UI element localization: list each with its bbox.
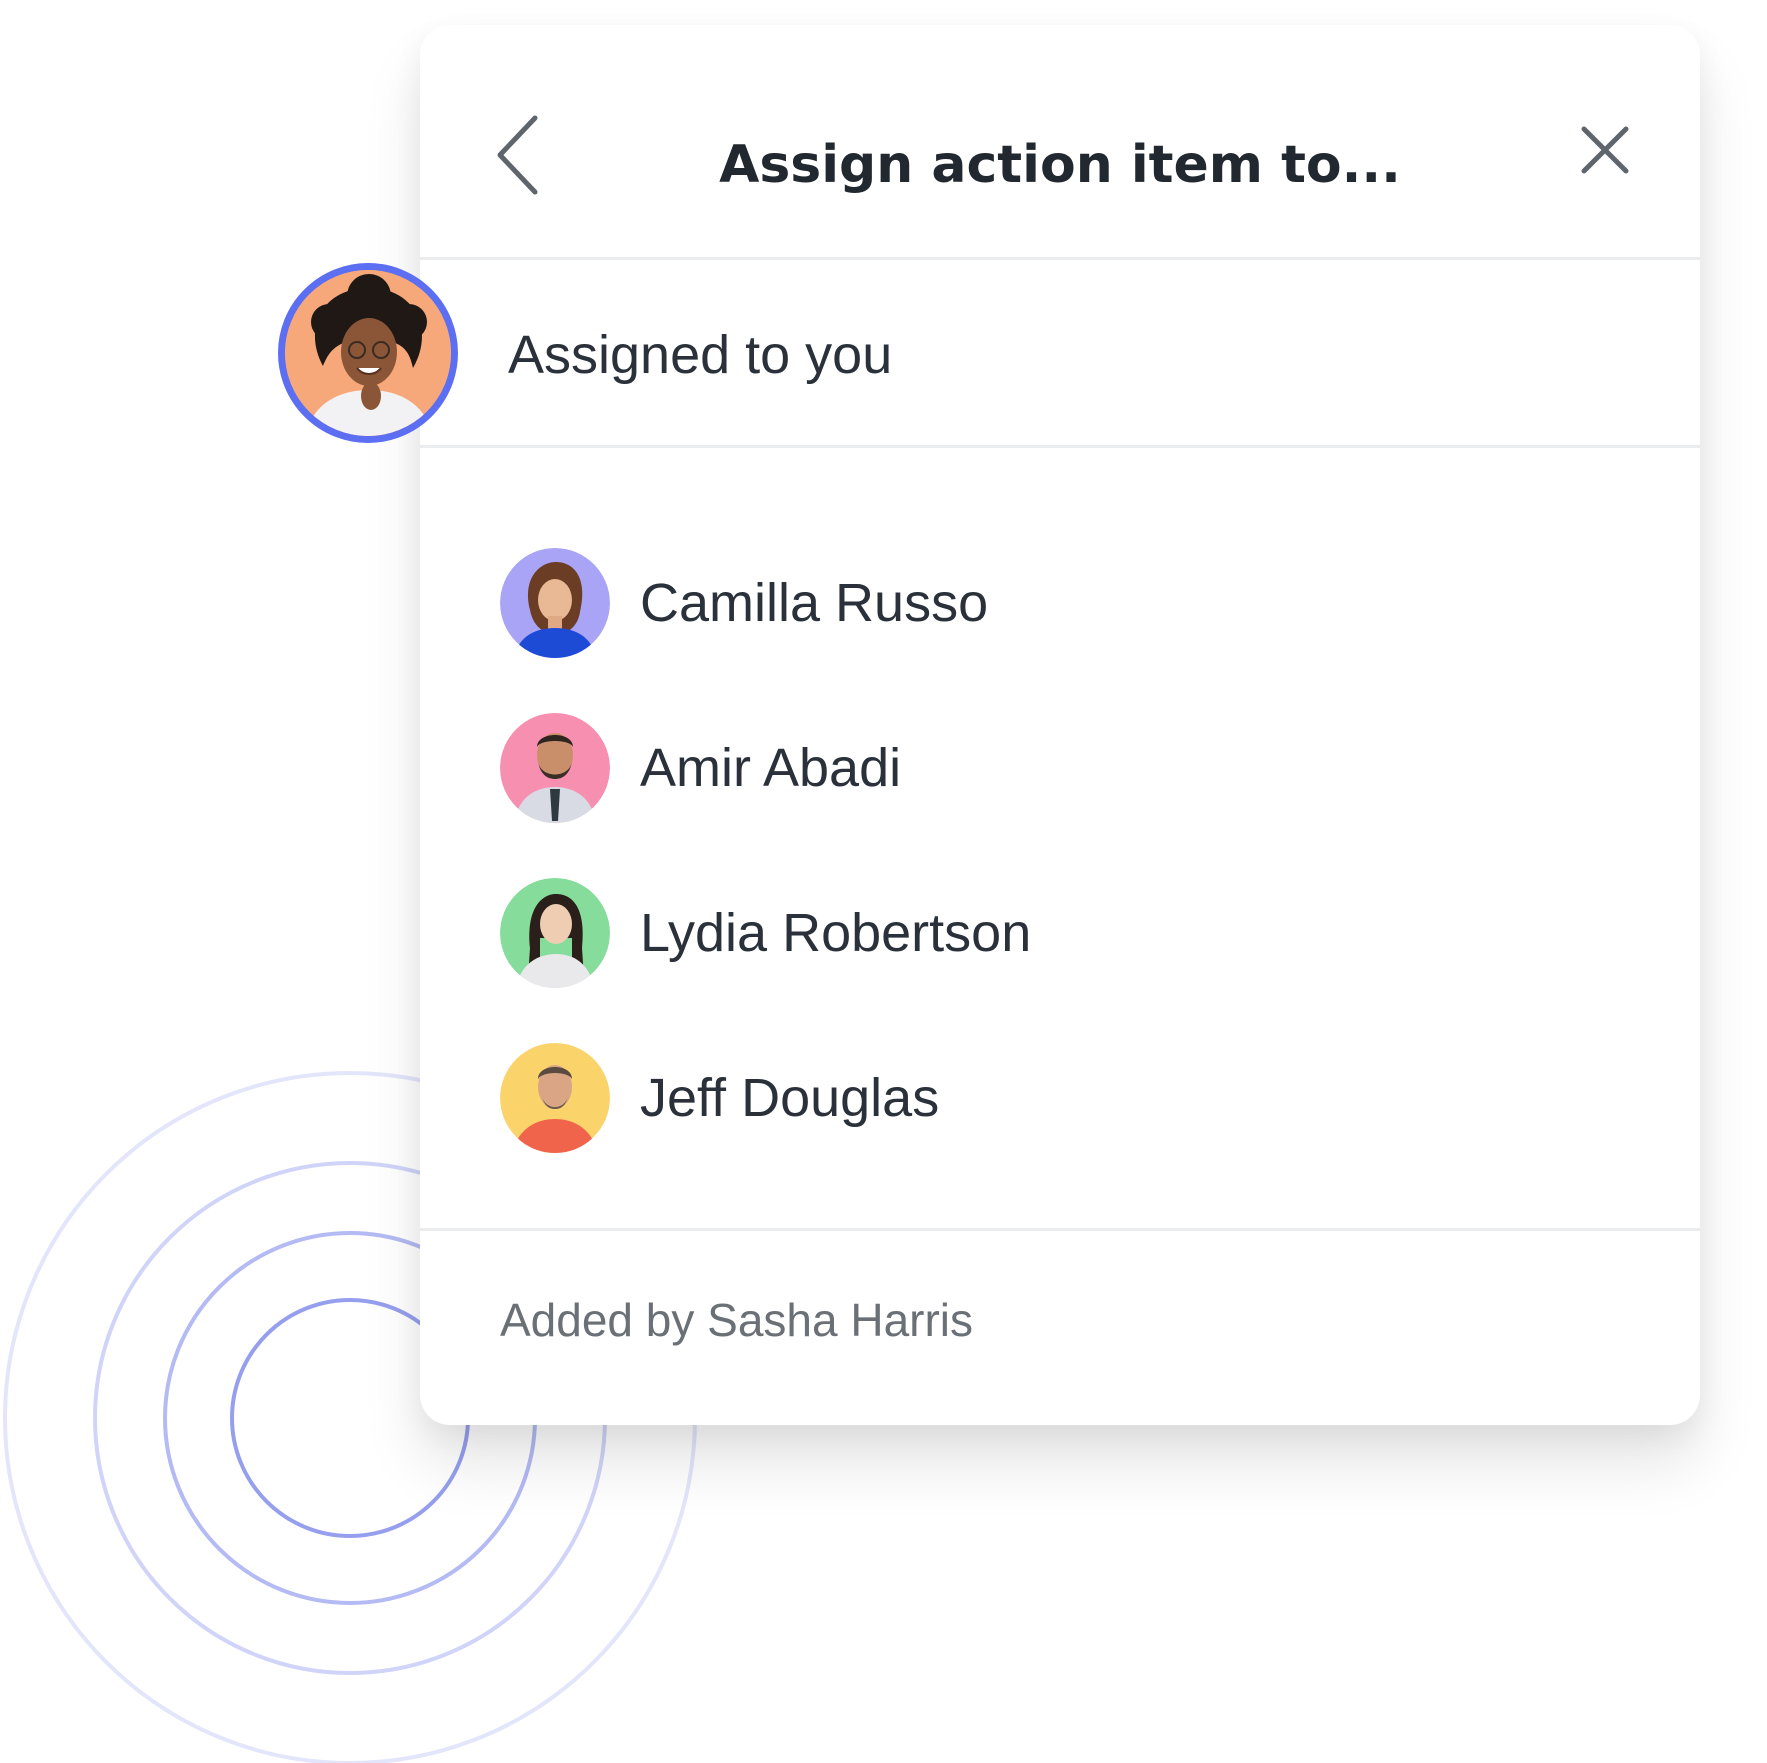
- assign-dialog: Assign action item to... Assigned to you: [420, 25, 1700, 1425]
- close-icon: [1581, 126, 1629, 174]
- person-name: Lydia Robertson: [640, 903, 1032, 963]
- avatar: [500, 878, 610, 988]
- avatar: [500, 1043, 610, 1153]
- person-name: Jeff Douglas: [640, 1068, 940, 1128]
- back-button[interactable]: [490, 110, 550, 200]
- person-option-jeff-douglas[interactable]: Jeff Douglas: [500, 1043, 1620, 1167]
- assigned-to-you-label: Assigned to you: [508, 325, 893, 385]
- person-option-amir-abadi[interactable]: Amir Abadi: [500, 713, 1620, 837]
- assigned-to-you-option[interactable]: Assigned to you: [420, 260, 1700, 448]
- person-name: Amir Abadi: [640, 738, 902, 798]
- current-user-avatar: [278, 263, 458, 443]
- dialog-title: Assign action item to...: [719, 135, 1401, 195]
- person-option-camilla-russo[interactable]: Camilla Russo: [500, 548, 1620, 672]
- stage: Assign action item to... Assigned to you: [0, 0, 1767, 1763]
- people-list: Camilla Russo Amir Abadi Lydia Robertson…: [420, 448, 1700, 1231]
- person-option-lydia-robertson[interactable]: Lydia Robertson: [500, 878, 1620, 1002]
- person-name: Camilla Russo: [640, 573, 989, 633]
- added-by-text: Added by Sasha Harris: [500, 1294, 974, 1346]
- avatar: [500, 548, 610, 658]
- chevron-left-icon: [497, 115, 538, 195]
- close-button[interactable]: [1570, 115, 1640, 185]
- dialog-header: Assign action item to...: [420, 25, 1700, 260]
- avatar: [500, 713, 610, 823]
